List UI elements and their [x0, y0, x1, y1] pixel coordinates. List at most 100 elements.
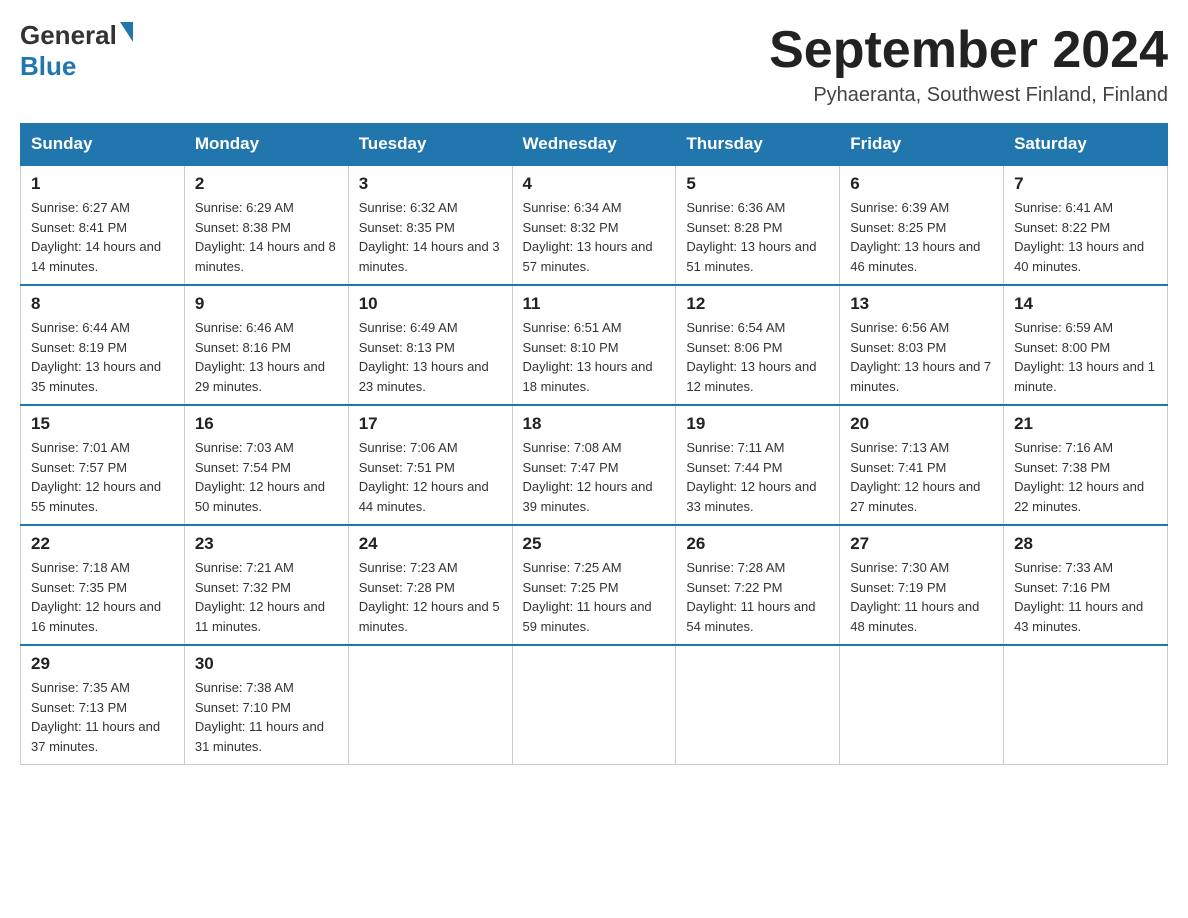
- table-row: 7 Sunrise: 6:41 AM Sunset: 8:22 PM Dayli…: [1004, 165, 1168, 285]
- day-info: Sunrise: 6:59 AM Sunset: 8:00 PM Dayligh…: [1014, 318, 1157, 396]
- day-info: Sunrise: 7:25 AM Sunset: 7:25 PM Dayligh…: [523, 558, 666, 636]
- table-row: 15 Sunrise: 7:01 AM Sunset: 7:57 PM Dayl…: [21, 405, 185, 525]
- table-row: 16 Sunrise: 7:03 AM Sunset: 7:54 PM Dayl…: [184, 405, 348, 525]
- table-row: 24 Sunrise: 7:23 AM Sunset: 7:28 PM Dayl…: [348, 525, 512, 645]
- table-row: 17 Sunrise: 7:06 AM Sunset: 7:51 PM Dayl…: [348, 405, 512, 525]
- table-row: 9 Sunrise: 6:46 AM Sunset: 8:16 PM Dayli…: [184, 285, 348, 405]
- day-info: Sunrise: 7:28 AM Sunset: 7:22 PM Dayligh…: [686, 558, 829, 636]
- col-saturday: Saturday: [1004, 124, 1168, 166]
- day-info: Sunrise: 6:49 AM Sunset: 8:13 PM Dayligh…: [359, 318, 502, 396]
- day-number: 29: [31, 654, 174, 674]
- day-number: 24: [359, 534, 502, 554]
- calendar-location: Pyhaeranta, Southwest Finland, Finland: [769, 84, 1168, 107]
- table-row: 8 Sunrise: 6:44 AM Sunset: 8:19 PM Dayli…: [21, 285, 185, 405]
- table-row: 13 Sunrise: 6:56 AM Sunset: 8:03 PM Dayl…: [840, 285, 1004, 405]
- table-row: 12 Sunrise: 6:54 AM Sunset: 8:06 PM Dayl…: [676, 285, 840, 405]
- day-info: Sunrise: 6:41 AM Sunset: 8:22 PM Dayligh…: [1014, 198, 1157, 276]
- day-info: Sunrise: 7:16 AM Sunset: 7:38 PM Dayligh…: [1014, 438, 1157, 516]
- day-info: Sunrise: 7:03 AM Sunset: 7:54 PM Dayligh…: [195, 438, 338, 516]
- day-number: 30: [195, 654, 338, 674]
- day-info: Sunrise: 7:33 AM Sunset: 7:16 PM Dayligh…: [1014, 558, 1157, 636]
- day-info: Sunrise: 6:56 AM Sunset: 8:03 PM Dayligh…: [850, 318, 993, 396]
- day-info: Sunrise: 6:27 AM Sunset: 8:41 PM Dayligh…: [31, 198, 174, 276]
- day-number: 21: [1014, 414, 1157, 434]
- calendar-week-row: 15 Sunrise: 7:01 AM Sunset: 7:57 PM Dayl…: [21, 405, 1168, 525]
- day-number: 10: [359, 294, 502, 314]
- day-number: 6: [850, 174, 993, 194]
- table-row: 20 Sunrise: 7:13 AM Sunset: 7:41 PM Dayl…: [840, 405, 1004, 525]
- calendar-table: Sunday Monday Tuesday Wednesday Thursday…: [20, 123, 1168, 765]
- day-number: 12: [686, 294, 829, 314]
- col-wednesday: Wednesday: [512, 124, 676, 166]
- table-row: 25 Sunrise: 7:25 AM Sunset: 7:25 PM Dayl…: [512, 525, 676, 645]
- day-info: Sunrise: 6:54 AM Sunset: 8:06 PM Dayligh…: [686, 318, 829, 396]
- day-info: Sunrise: 7:23 AM Sunset: 7:28 PM Dayligh…: [359, 558, 502, 636]
- calendar-header-row: Sunday Monday Tuesday Wednesday Thursday…: [21, 124, 1168, 166]
- logo: General Blue: [20, 20, 133, 82]
- day-number: 18: [523, 414, 666, 434]
- table-row: 4 Sunrise: 6:34 AM Sunset: 8:32 PM Dayli…: [512, 165, 676, 285]
- day-info: Sunrise: 7:21 AM Sunset: 7:32 PM Dayligh…: [195, 558, 338, 636]
- day-number: 16: [195, 414, 338, 434]
- day-info: Sunrise: 7:38 AM Sunset: 7:10 PM Dayligh…: [195, 678, 338, 756]
- col-thursday: Thursday: [676, 124, 840, 166]
- day-info: Sunrise: 6:32 AM Sunset: 8:35 PM Dayligh…: [359, 198, 502, 276]
- day-number: 14: [1014, 294, 1157, 314]
- calendar-week-row: 29 Sunrise: 7:35 AM Sunset: 7:13 PM Dayl…: [21, 645, 1168, 765]
- day-info: Sunrise: 7:35 AM Sunset: 7:13 PM Dayligh…: [31, 678, 174, 756]
- day-info: Sunrise: 6:46 AM Sunset: 8:16 PM Dayligh…: [195, 318, 338, 396]
- day-number: 5: [686, 174, 829, 194]
- table-row: [348, 645, 512, 765]
- table-row: 19 Sunrise: 7:11 AM Sunset: 7:44 PM Dayl…: [676, 405, 840, 525]
- day-number: 26: [686, 534, 829, 554]
- day-info: Sunrise: 6:34 AM Sunset: 8:32 PM Dayligh…: [523, 198, 666, 276]
- day-number: 2: [195, 174, 338, 194]
- table-row: 1 Sunrise: 6:27 AM Sunset: 8:41 PM Dayli…: [21, 165, 185, 285]
- day-info: Sunrise: 7:18 AM Sunset: 7:35 PM Dayligh…: [31, 558, 174, 636]
- col-friday: Friday: [840, 124, 1004, 166]
- day-number: 25: [523, 534, 666, 554]
- day-number: 3: [359, 174, 502, 194]
- day-number: 1: [31, 174, 174, 194]
- day-info: Sunrise: 7:11 AM Sunset: 7:44 PM Dayligh…: [686, 438, 829, 516]
- table-row: 5 Sunrise: 6:36 AM Sunset: 8:28 PM Dayli…: [676, 165, 840, 285]
- day-info: Sunrise: 7:30 AM Sunset: 7:19 PM Dayligh…: [850, 558, 993, 636]
- table-row: 21 Sunrise: 7:16 AM Sunset: 7:38 PM Dayl…: [1004, 405, 1168, 525]
- calendar-week-row: 8 Sunrise: 6:44 AM Sunset: 8:19 PM Dayli…: [21, 285, 1168, 405]
- day-number: 4: [523, 174, 666, 194]
- day-info: Sunrise: 7:08 AM Sunset: 7:47 PM Dayligh…: [523, 438, 666, 516]
- day-number: 9: [195, 294, 338, 314]
- table-row: 30 Sunrise: 7:38 AM Sunset: 7:10 PM Dayl…: [184, 645, 348, 765]
- day-info: Sunrise: 7:13 AM Sunset: 7:41 PM Dayligh…: [850, 438, 993, 516]
- day-number: 28: [1014, 534, 1157, 554]
- day-number: 15: [31, 414, 174, 434]
- day-number: 27: [850, 534, 993, 554]
- day-number: 23: [195, 534, 338, 554]
- calendar-week-row: 22 Sunrise: 7:18 AM Sunset: 7:35 PM Dayl…: [21, 525, 1168, 645]
- calendar-title: September 2024: [769, 20, 1168, 80]
- calendar-week-row: 1 Sunrise: 6:27 AM Sunset: 8:41 PM Dayli…: [21, 165, 1168, 285]
- day-info: Sunrise: 6:51 AM Sunset: 8:10 PM Dayligh…: [523, 318, 666, 396]
- col-tuesday: Tuesday: [348, 124, 512, 166]
- col-sunday: Sunday: [21, 124, 185, 166]
- logo-blue: Blue: [20, 51, 76, 82]
- day-info: Sunrise: 6:39 AM Sunset: 8:25 PM Dayligh…: [850, 198, 993, 276]
- table-row: 23 Sunrise: 7:21 AM Sunset: 7:32 PM Dayl…: [184, 525, 348, 645]
- day-info: Sunrise: 6:44 AM Sunset: 8:19 PM Dayligh…: [31, 318, 174, 396]
- table-row: 28 Sunrise: 7:33 AM Sunset: 7:16 PM Dayl…: [1004, 525, 1168, 645]
- table-row: 11 Sunrise: 6:51 AM Sunset: 8:10 PM Dayl…: [512, 285, 676, 405]
- table-row: 18 Sunrise: 7:08 AM Sunset: 7:47 PM Dayl…: [512, 405, 676, 525]
- day-info: Sunrise: 6:29 AM Sunset: 8:38 PM Dayligh…: [195, 198, 338, 276]
- table-row: 6 Sunrise: 6:39 AM Sunset: 8:25 PM Dayli…: [840, 165, 1004, 285]
- table-row: [840, 645, 1004, 765]
- page-header: General Blue September 2024 Pyhaeranta, …: [20, 20, 1168, 107]
- day-number: 11: [523, 294, 666, 314]
- table-row: 29 Sunrise: 7:35 AM Sunset: 7:13 PM Dayl…: [21, 645, 185, 765]
- day-number: 8: [31, 294, 174, 314]
- col-monday: Monday: [184, 124, 348, 166]
- day-info: Sunrise: 7:06 AM Sunset: 7:51 PM Dayligh…: [359, 438, 502, 516]
- table-row: 14 Sunrise: 6:59 AM Sunset: 8:00 PM Dayl…: [1004, 285, 1168, 405]
- day-number: 7: [1014, 174, 1157, 194]
- table-row: 2 Sunrise: 6:29 AM Sunset: 8:38 PM Dayli…: [184, 165, 348, 285]
- table-row: 22 Sunrise: 7:18 AM Sunset: 7:35 PM Dayl…: [21, 525, 185, 645]
